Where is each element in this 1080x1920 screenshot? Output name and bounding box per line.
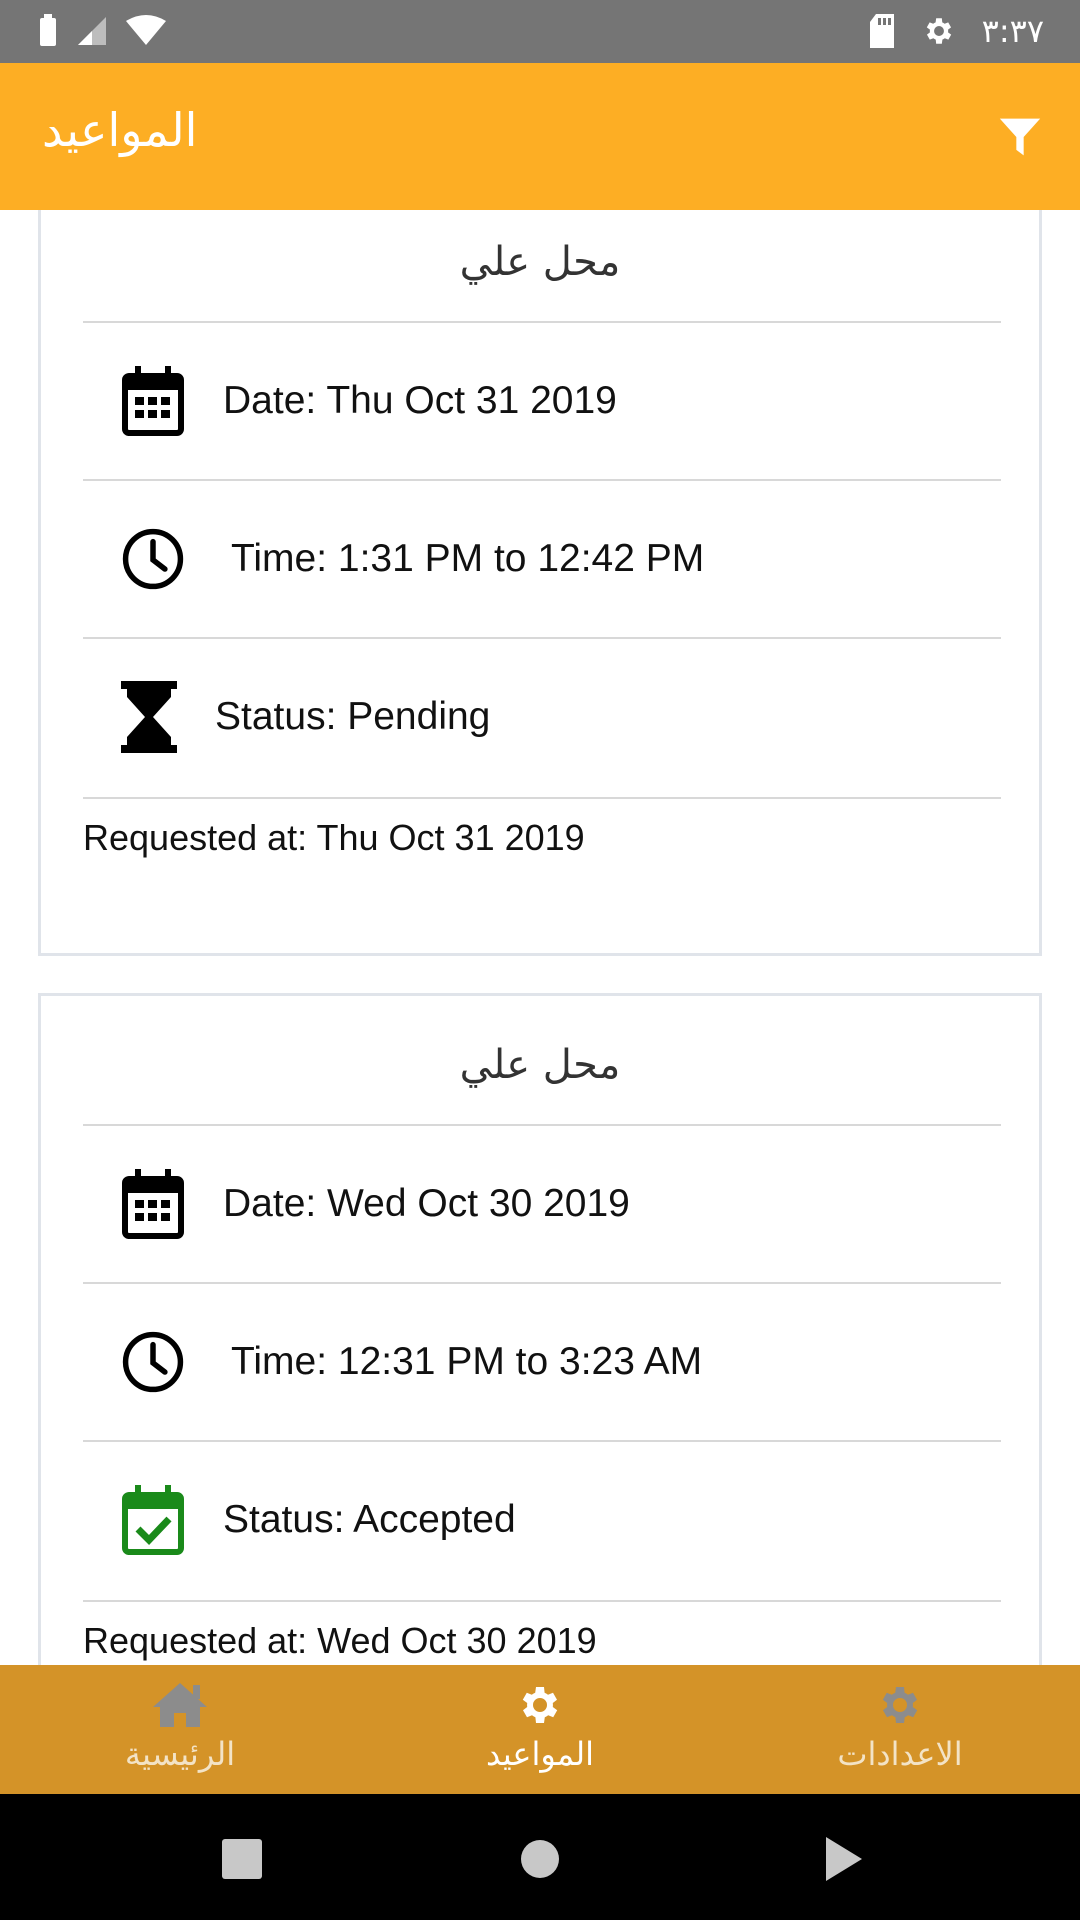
signal-icon (78, 17, 106, 45)
nav-appointments[interactable]: المواعيد (360, 1665, 720, 1794)
status-row: Status: Pending (83, 639, 1001, 795)
calendar-icon (121, 1168, 185, 1240)
calendar-icon (121, 365, 185, 437)
back-triangle-icon[interactable] (814, 1829, 874, 1889)
page-title: المواعيد (42, 103, 198, 157)
appointment-status: Status: Pending (215, 695, 491, 738)
clock-icon (121, 523, 185, 595)
app-bar: المواعيد (0, 63, 1080, 210)
requested-at: Requested at: Wed Oct 30 2019 (83, 1620, 597, 1661)
filter-button[interactable] (994, 111, 1046, 163)
status-bar: ٣:٣٧ (0, 0, 1080, 63)
recents-square-icon[interactable] (212, 1829, 272, 1889)
nav-home[interactable]: الرئيسية (0, 1665, 360, 1794)
time-row: Time: 12:31 PM to 3:23 AM (83, 1284, 1001, 1440)
calendar-check-icon (121, 1484, 185, 1556)
nav-appointments-label: المواعيد (485, 1735, 595, 1773)
appointment-status: Status: Accepted (223, 1498, 516, 1541)
nav-home-label: الرئيسية (124, 1735, 236, 1773)
gear-icon (720, 1679, 1080, 1731)
status-right-icons: ٣:٣٧ (868, 12, 1044, 50)
status-row: Status: Accepted (83, 1442, 1001, 1598)
sd-card-icon (869, 14, 894, 48)
time-row: Time: 1:31 PM to 12:42 PM (83, 481, 1001, 637)
settings-gear-icon (926, 18, 951, 44)
appointment-card[interactable]: محل علي Date: Thu Oct 31 2019 Time: 1:31… (38, 210, 1042, 956)
clock-icon (121, 1326, 185, 1398)
nav-settings-label: الاعدادات (837, 1735, 963, 1773)
appointment-time: Time: 1:31 PM to 12:42 PM (231, 537, 705, 580)
appointments-list[interactable]: محل علي Date: Thu Oct 31 2019 Time: 1:31… (0, 210, 1080, 1665)
divider (83, 1600, 1001, 1602)
divider (83, 797, 1001, 799)
date-row: Date: Wed Oct 30 2019 (83, 1126, 1001, 1282)
filter-icon (999, 118, 1041, 156)
wifi-icon (126, 15, 166, 45)
status-left-icons (38, 14, 166, 48)
appointment-card[interactable]: محل علي Date: Wed Oct 30 2019 Time: 12:3… (38, 993, 1042, 1665)
shop-name: محل علي (459, 1042, 621, 1088)
gear-icon (360, 1679, 720, 1731)
nav-settings[interactable]: الاعدادات (720, 1665, 1080, 1794)
home-circle-icon[interactable] (510, 1829, 570, 1889)
system-nav-bar (0, 1794, 1080, 1920)
date-row: Date: Thu Oct 31 2019 (83, 323, 1001, 479)
appointment-date: Date: Wed Oct 30 2019 (223, 1182, 630, 1225)
shop-name: محل علي (459, 239, 621, 285)
battery-icon (40, 14, 56, 46)
hourglass-icon (117, 681, 181, 753)
requested-at: Requested at: Thu Oct 31 2019 (83, 817, 585, 858)
home-icon (0, 1679, 360, 1731)
appointment-date: Date: Thu Oct 31 2019 (223, 379, 617, 422)
status-time: ٣:٣٧ (981, 12, 1044, 50)
appointment-time: Time: 12:31 PM to 3:23 AM (231, 1340, 703, 1383)
bottom-nav: الرئيسية المواعيد الاعدادات (0, 1665, 1080, 1794)
